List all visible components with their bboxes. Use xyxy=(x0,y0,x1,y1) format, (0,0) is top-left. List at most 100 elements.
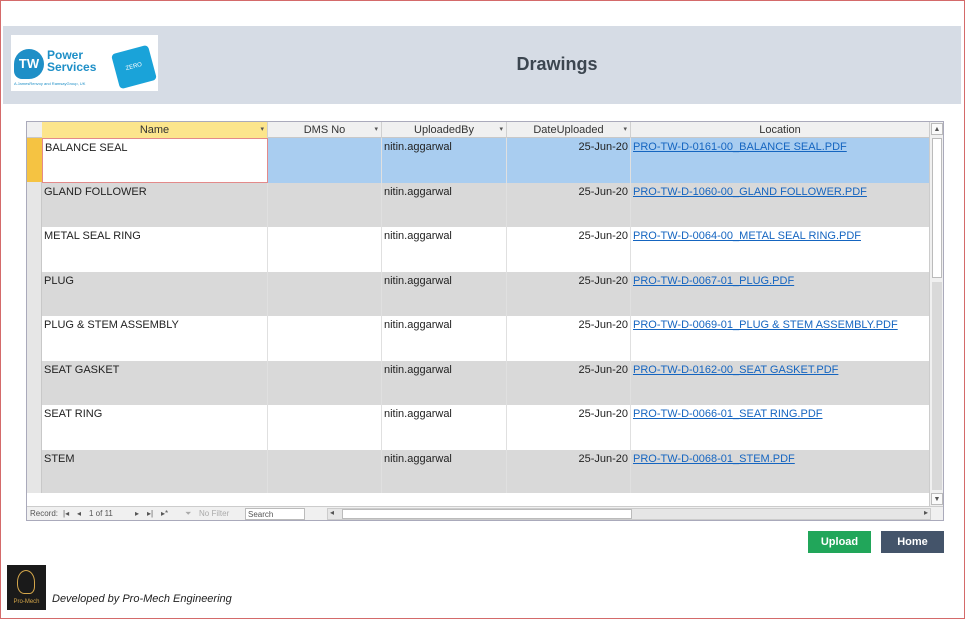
cell-name[interactable]: METAL SEAL RING xyxy=(42,227,268,272)
cell-uploaded-by[interactable]: nitin.aggarwal xyxy=(382,138,507,183)
cell-dms-no[interactable] xyxy=(268,449,382,493)
record-navigation-bar: Record: |◂ ◂ 1 of 11 ▸ ▸| ▸* ⏷ No Filter… xyxy=(27,506,943,520)
drawing-file-link[interactable]: PRO-TW-D-0067-01_PLUG.PDF xyxy=(633,275,794,287)
record-position-field[interactable]: 1 of 11 xyxy=(89,509,113,518)
cell-uploaded-by[interactable]: nitin.aggarwal xyxy=(382,227,507,272)
table-row[interactable]: SEAT GASKET nitin.aggarwal 25-Jun-20 PRO-TW… xyxy=(42,360,930,405)
drawing-file-link[interactable]: PRO-TW-D-0069-01_PLUG & STEM ASSEMBLY.PD… xyxy=(633,319,898,331)
cell-date-uploaded[interactable]: 25-Jun-20 xyxy=(507,182,631,227)
upload-button[interactable]: Upload xyxy=(808,531,871,553)
cell-dms-no[interactable] xyxy=(268,316,382,361)
new-record-icon[interactable]: ▸* xyxy=(161,509,168,518)
sort-filter-dropdown-icon[interactable]: ▾ xyxy=(260,122,264,138)
cell-location[interactable]: PRO-TW-D-0161-00_BALANCE SEAL.PDF xyxy=(631,138,930,183)
table-row[interactable]: PLUG nitin.aggarwal 25-Jun-20 PRO-TW-D-0067… xyxy=(42,271,930,316)
previous-record-icon[interactable]: ◂ xyxy=(77,509,81,518)
cell-name[interactable]: GLAND FOLLOWER xyxy=(42,182,268,227)
cell-name[interactable]: SEAT RING xyxy=(42,405,268,450)
cell-uploaded-by[interactable]: nitin.aggarwal xyxy=(382,271,507,316)
column-header-dms-no[interactable]: DMS No ▾ xyxy=(268,122,382,138)
table-body: BALANCE SEAL nitin.aggarwal 25-Jun-20 PRO-T… xyxy=(42,138,930,493)
drawing-file-link[interactable]: PRO-TW-D-0162-00_SEAT GASKET.PDF xyxy=(633,364,838,376)
cell-location[interactable]: PRO-TW-D-0068-01_STEM.PDF xyxy=(631,449,930,493)
scroll-up-icon[interactable]: ▲ xyxy=(931,123,943,135)
drawing-file-link[interactable]: PRO-TW-D-1060-00_GLAND FOLLOWER.PDF xyxy=(633,186,867,198)
horizontal-scroll-thumb[interactable] xyxy=(342,509,632,519)
vertical-scroll-thumb[interactable] xyxy=(932,138,942,278)
column-header-label: UploadedBy xyxy=(414,124,474,136)
cell-name[interactable]: SEAT GASKET xyxy=(42,360,268,405)
cell-name[interactable]: BALANCE SEAL xyxy=(42,138,268,183)
column-header-date-uploaded[interactable]: DateUploaded ▾ xyxy=(507,122,631,138)
home-button[interactable]: Home xyxy=(881,531,944,553)
cell-dms-no[interactable] xyxy=(268,138,382,183)
cell-name[interactable]: PLUG & STEM ASSEMBLY xyxy=(42,316,268,361)
table-row[interactable]: PLUG & STEM ASSEMBLY nitin.aggarwal 25-Jun… xyxy=(42,316,930,361)
sort-filter-dropdown-icon[interactable]: ▾ xyxy=(499,122,503,138)
vertical-scroll-track[interactable] xyxy=(932,282,942,490)
cell-date-uploaded[interactable]: 25-Jun-20 xyxy=(507,227,631,272)
column-header-label: DMS No xyxy=(303,124,346,136)
cell-date-uploaded[interactable]: 25-Jun-20 xyxy=(507,449,631,493)
vertical-scrollbar[interactable]: ▲ ▼ xyxy=(929,122,943,506)
cell-dms-no[interactable] xyxy=(268,227,382,272)
table-row[interactable]: STEM nitin.aggarwal 25-Jun-20 PRO-TW-D-0068… xyxy=(42,449,930,493)
table-row[interactable]: BALANCE SEAL nitin.aggarwal 25-Jun-20 PRO-T… xyxy=(42,138,930,183)
next-record-icon[interactable]: ▸ xyxy=(135,509,139,518)
search-input[interactable]: Search xyxy=(245,508,305,520)
pro-mech-logo: Pro-Mech xyxy=(7,565,46,610)
cell-name[interactable]: PLUG xyxy=(42,271,268,316)
drawings-datasheet: Name ▾ DMS No ▾ UploadedBy ▾ DateUploaded ▾ Loca… xyxy=(26,121,944,521)
last-record-icon[interactable]: ▸| xyxy=(147,509,153,518)
drawing-file-link[interactable]: PRO-TW-D-0068-01_STEM.PDF xyxy=(633,453,795,465)
sort-filter-dropdown-icon[interactable]: ▾ xyxy=(374,122,378,138)
cell-date-uploaded[interactable]: 25-Jun-20 xyxy=(507,360,631,405)
cell-location[interactable]: PRO-TW-D-0066-01_SEAT RING.PDF xyxy=(631,405,930,450)
cell-date-uploaded[interactable]: 25-Jun-20 xyxy=(507,405,631,450)
cell-uploaded-by[interactable]: nitin.aggarwal xyxy=(382,360,507,405)
no-filter-button[interactable]: No Filter xyxy=(199,509,229,518)
cell-dms-no[interactable] xyxy=(268,405,382,450)
column-header-location[interactable]: Location xyxy=(631,122,930,138)
column-header-row: Name ▾ DMS No ▾ UploadedBy ▾ DateUploaded ▾ Loca… xyxy=(27,122,930,138)
head-gear-icon xyxy=(17,570,35,594)
table-row[interactable]: METAL SEAL RING nitin.aggarwal 25-Jun-20 PR… xyxy=(42,227,930,272)
page-header: TW Power Services A JamesRenvoy and Rams… xyxy=(3,26,961,104)
cell-dms-no[interactable] xyxy=(268,271,382,316)
table-row[interactable]: GLAND FOLLOWER nitin.aggarwal 25-Jun-20 PRO… xyxy=(42,182,930,227)
drawing-file-link[interactable]: PRO-TW-D-0161-00_BALANCE SEAL.PDF xyxy=(633,141,847,153)
column-header-label: Location xyxy=(759,124,801,136)
cell-dms-no[interactable] xyxy=(268,360,382,405)
cell-date-uploaded[interactable]: 25-Jun-20 xyxy=(507,138,631,183)
sort-filter-dropdown-icon[interactable]: ▾ xyxy=(623,122,627,138)
tw-logo-tagline: A JamesRenvoy and RamsayGroup, UK xyxy=(14,81,86,86)
page-title: Drawings xyxy=(516,54,598,74)
cell-name[interactable]: STEM xyxy=(42,449,268,493)
cell-uploaded-by[interactable]: nitin.aggarwal xyxy=(382,316,507,361)
column-header-name[interactable]: Name ▾ xyxy=(42,122,268,138)
record-selector-column[interactable] xyxy=(27,138,42,493)
cell-location[interactable]: PRO-TW-D-0162-00_SEAT GASKET.PDF xyxy=(631,360,930,405)
horizontal-scrollbar[interactable]: ◂ ▸ xyxy=(327,508,931,520)
cell-date-uploaded[interactable]: 25-Jun-20 xyxy=(507,316,631,361)
cell-dms-no[interactable] xyxy=(268,182,382,227)
cell-uploaded-by[interactable]: nitin.aggarwal xyxy=(382,182,507,227)
cell-date-uploaded[interactable]: 25-Jun-20 xyxy=(507,271,631,316)
record-label: Record: xyxy=(30,509,59,518)
cell-uploaded-by[interactable]: nitin.aggarwal xyxy=(382,449,507,493)
first-record-icon[interactable]: |◂ xyxy=(63,509,69,518)
current-record-selector[interactable] xyxy=(27,138,42,182)
scroll-left-icon[interactable]: ◂ xyxy=(330,508,334,517)
table-row[interactable]: SEAT RING nitin.aggarwal 25-Jun-20 PRO-TW-D… xyxy=(42,405,930,450)
scroll-down-icon[interactable]: ▼ xyxy=(931,493,943,505)
filter-icon[interactable]: ⏷ xyxy=(185,509,191,519)
cell-location[interactable]: PRO-TW-D-0069-01_PLUG & STEM ASSEMBLY.PD… xyxy=(631,316,930,361)
cell-location[interactable]: PRO-TW-D-0067-01_PLUG.PDF xyxy=(631,271,930,316)
drawing-file-link[interactable]: PRO-TW-D-0064-00_METAL SEAL RING.PDF xyxy=(633,230,861,242)
cell-location[interactable]: PRO-TW-D-0064-00_METAL SEAL RING.PDF xyxy=(631,227,930,272)
scroll-right-icon[interactable]: ▸ xyxy=(924,508,928,517)
cell-uploaded-by[interactable]: nitin.aggarwal xyxy=(382,405,507,450)
cell-location[interactable]: PRO-TW-D-1060-00_GLAND FOLLOWER.PDF xyxy=(631,182,930,227)
drawing-file-link[interactable]: PRO-TW-D-0066-01_SEAT RING.PDF xyxy=(633,408,823,420)
column-header-uploaded-by[interactable]: UploadedBy ▾ xyxy=(382,122,507,138)
